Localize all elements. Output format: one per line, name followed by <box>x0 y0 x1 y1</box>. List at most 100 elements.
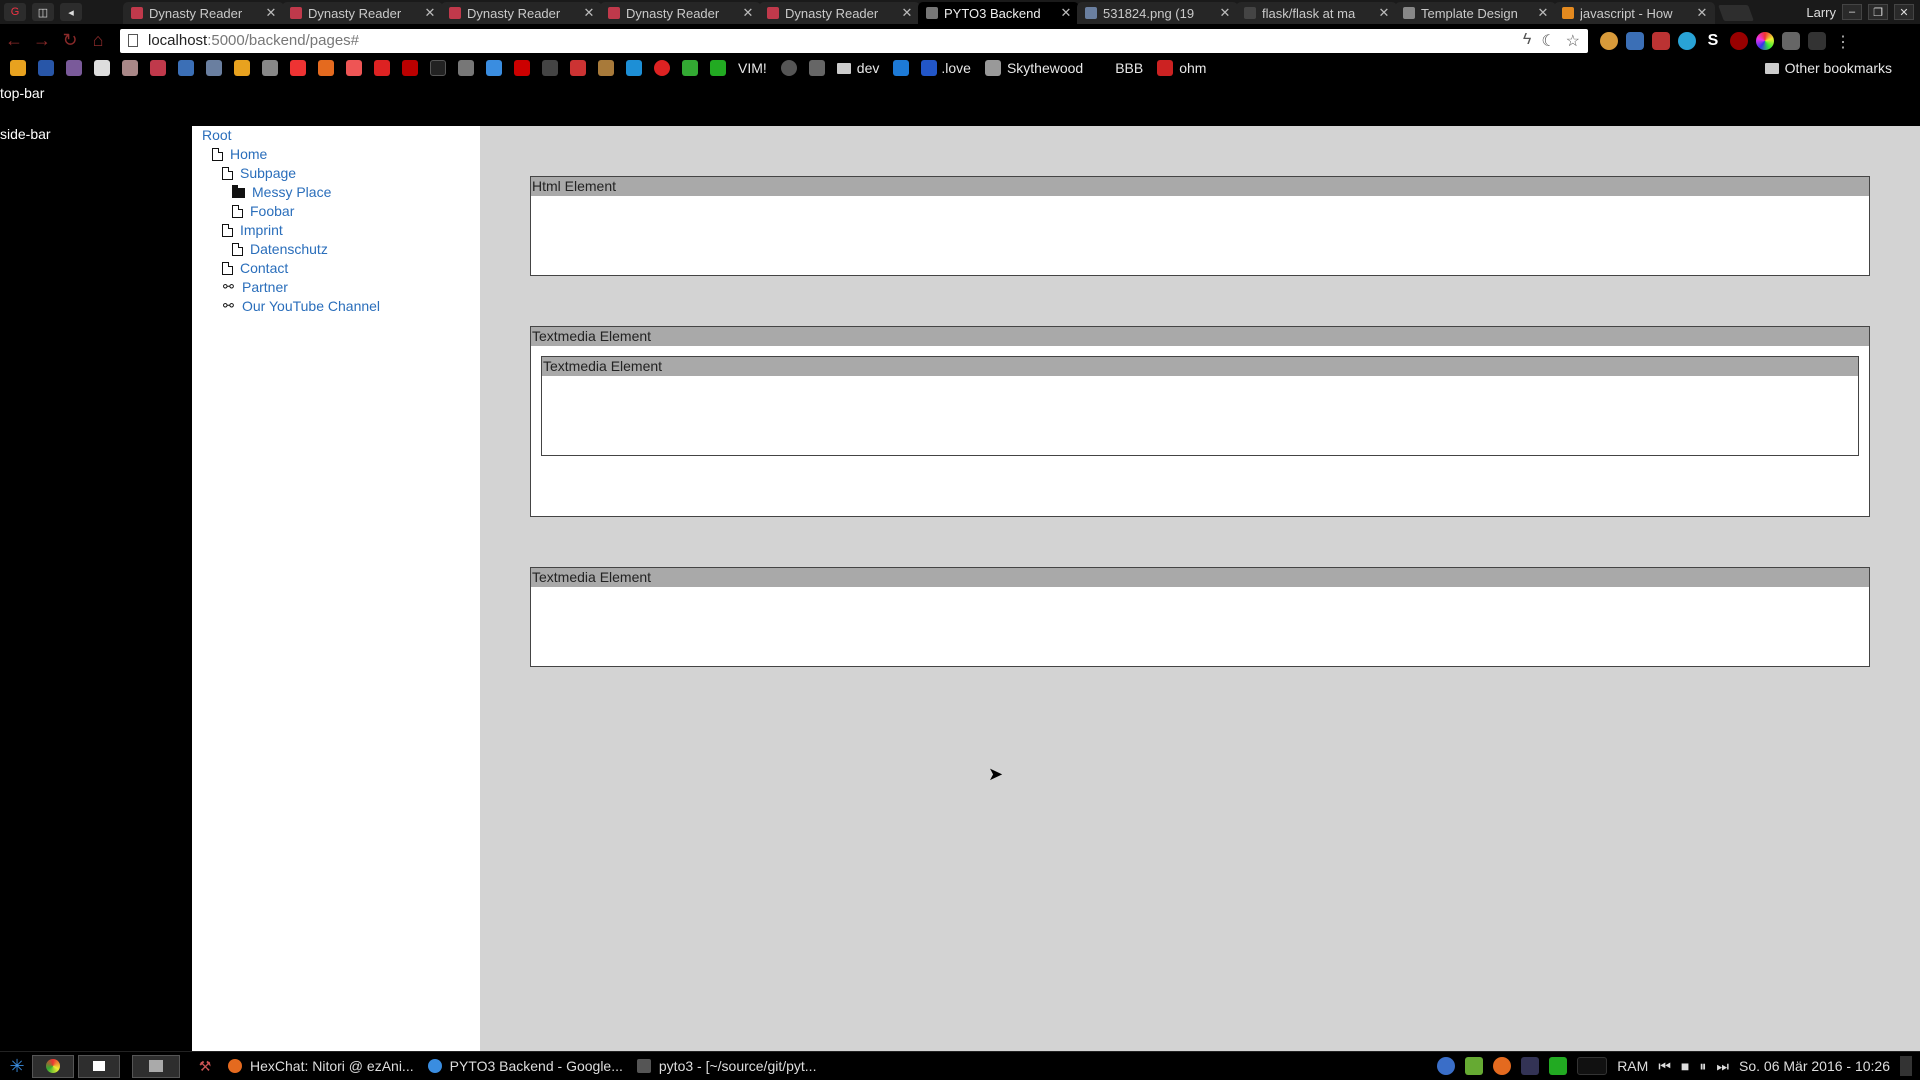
content-element[interactable]: Textmedia Element Textmedia Element <box>530 326 1870 517</box>
close-window-button[interactable]: ✕ <box>1894 4 1914 20</box>
bookmark-icon[interactable] <box>38 60 54 76</box>
s-extension-icon[interactable]: S <box>1704 31 1722 50</box>
bookmark-icon[interactable] <box>458 60 474 76</box>
tab-close-icon[interactable]: ✕ <box>582 5 596 21</box>
restore-button[interactable]: ❐ <box>1868 4 1888 20</box>
menu-icon[interactable]: ⋮ <box>1834 32 1852 51</box>
tab-close-icon[interactable]: ✕ <box>264 5 278 21</box>
tab-close-icon[interactable]: ✕ <box>1695 5 1709 21</box>
browser-tab[interactable]: Template Design ✕ <box>1395 2 1556 24</box>
bookmark-icon[interactable] <box>542 60 558 76</box>
taskbar-task-pycharm[interactable]: pyto3 - [~/source/git/pyt... <box>636 1058 816 1074</box>
hammer-icon[interactable]: ⚒ <box>196 1055 214 1078</box>
forward-icon[interactable]: → <box>28 27 56 55</box>
graph-icon[interactable] <box>1577 1057 1608 1075</box>
element-header[interactable]: Textmedia Element <box>531 327 1869 346</box>
tree-item-foobar[interactable]: Foobar <box>232 202 294 220</box>
tab-close-icon[interactable]: ✕ <box>900 5 914 21</box>
other-bookmarks[interactable]: Other bookmarks <box>1764 60 1906 76</box>
tab-close-icon[interactable]: ✕ <box>423 5 437 21</box>
bookmark-icon[interactable] <box>626 60 642 76</box>
bookmark-icon[interactable] <box>430 60 446 76</box>
stop-icon[interactable]: ■ <box>1681 1058 1689 1074</box>
bookmark-icon[interactable] <box>893 60 910 76</box>
cookie-extension-icon[interactable] <box>1600 31 1618 50</box>
bookmark-icon[interactable] <box>66 60 82 76</box>
network-icon[interactable] <box>1549 1057 1568 1075</box>
bookmark-icon[interactable] <box>234 60 250 76</box>
tree-item-messy-place[interactable]: Messy Place <box>232 183 331 201</box>
browser-tab[interactable]: Dynasty Reader ✕ <box>759 2 920 24</box>
tab-close-icon[interactable]: ✕ <box>741 5 755 21</box>
bookmark-icon[interactable] <box>290 60 306 76</box>
tree-item-datenschutz[interactable]: Datenschutz <box>232 240 328 258</box>
pinned-tab-app-icon[interactable]: ◫ <box>32 3 54 21</box>
pause-icon[interactable]: ⏸ <box>1699 1058 1706 1075</box>
bookmark-icon[interactable] <box>374 60 390 76</box>
screenshot-launcher-icon[interactable] <box>78 1054 120 1078</box>
bookmark-bbb[interactable]: BBB <box>1115 60 1143 76</box>
pinned-tab-back-icon[interactable]: ◂ <box>60 3 82 21</box>
browser-tab[interactable]: Dynasty Reader ✕ <box>282 2 443 24</box>
tab-close-icon[interactable]: ✕ <box>1059 5 1073 21</box>
bookmark-vim[interactable]: VIM! <box>738 60 767 76</box>
bookmark-icon[interactable] <box>178 60 194 76</box>
browser-tab[interactable]: PYTO3 Backend ✕ <box>918 2 1079 24</box>
bookmark-folder-dev[interactable]: dev <box>836 60 879 76</box>
bookmark-icon[interactable] <box>780 60 797 76</box>
element-header[interactable]: Html Element <box>531 177 1869 196</box>
home-icon[interactable]: ⌂ <box>84 27 112 55</box>
browser-tab[interactable]: flask/flask at ma ✕ <box>1236 2 1397 24</box>
bookmark-icon[interactable] <box>598 60 614 76</box>
grey-extension-icon[interactable] <box>1782 31 1800 50</box>
element-header[interactable]: Textmedia Element <box>531 568 1869 587</box>
clock[interactable]: So. 06 Mär 2016 - 10:26 <box>1739 1058 1890 1074</box>
cast-icon[interactable] <box>1808 31 1826 50</box>
browser-tab[interactable]: Dynasty Reader ✕ <box>441 2 602 24</box>
lightning-icon[interactable]: ϟ <box>1523 31 1531 51</box>
tree-item-contact[interactable]: Contact <box>222 259 288 277</box>
ge-icon[interactable] <box>1521 1057 1540 1075</box>
moon-icon[interactable]: ☾ <box>1541 31 1555 51</box>
element-header[interactable]: Textmedia Element <box>542 357 1858 376</box>
back-icon[interactable]: ← <box>0 27 28 55</box>
minimize-button[interactable]: – <box>1842 4 1862 20</box>
bookmark-icon[interactable] <box>10 60 26 76</box>
taskbar-task-hexchat[interactable]: HexChat: Nitori @ ezAni... <box>228 1058 414 1074</box>
page-info-icon[interactable] <box>128 34 138 47</box>
tree-item-imprint[interactable]: Imprint <box>222 221 283 239</box>
terminal-launcher-icon[interactable] <box>132 1054 180 1078</box>
nested-content-element[interactable]: Textmedia Element <box>541 356 1859 456</box>
bookmark-love[interactable]: .love <box>921 60 971 76</box>
prev-track-icon[interactable]: ⏮ <box>1658 1058 1671 1075</box>
reload-icon[interactable]: ↻ <box>56 27 84 55</box>
show-desktop-icon[interactable] <box>1900 1056 1912 1076</box>
profile-name[interactable]: Larry <box>1806 5 1836 20</box>
next-track-icon[interactable]: ⏭ <box>1716 1058 1729 1075</box>
tree-item-youtube[interactable]: ⚯ Our YouTube Channel <box>222 297 380 315</box>
bookmark-icon[interactable] <box>570 60 586 76</box>
address-bar[interactable]: localhost:5000/backend/pages# ϟ ☾ ☆ <box>120 28 1588 53</box>
puzzle-icon[interactable] <box>808 60 825 76</box>
content-element[interactable]: Textmedia Element <box>530 567 1870 667</box>
ublock-icon[interactable] <box>1730 31 1748 50</box>
browser-tab[interactable]: javascript - How ✕ <box>1554 2 1715 24</box>
app-menu-icon[interactable]: ✳ <box>6 1055 28 1078</box>
bookmark-icon[interactable] <box>94 60 110 76</box>
bookmark-icon[interactable] <box>346 60 362 76</box>
bookmark-ohm[interactable]: ohm <box>1157 60 1206 76</box>
browser-tab[interactable]: Dynasty Reader ✕ <box>123 2 284 24</box>
color-wheel-icon[interactable] <box>1756 31 1774 50</box>
star-icon[interactable]: ☆ <box>1566 31 1580 51</box>
bookmark-icon[interactable] <box>710 60 726 76</box>
pinned-tab-google-icon[interactable]: G <box>4 3 26 21</box>
tree-item-home[interactable]: Home <box>212 145 267 163</box>
person-icon[interactable] <box>1465 1057 1484 1075</box>
bookmark-icon[interactable] <box>682 60 698 76</box>
tree-item-partner[interactable]: ⚯ Partner <box>222 278 288 296</box>
red-badge-extension-icon[interactable] <box>1652 31 1670 50</box>
tab-close-icon[interactable]: ✕ <box>1536 5 1550 21</box>
drop-icon[interactable] <box>1437 1057 1456 1075</box>
bookmark-icon[interactable] <box>486 60 502 76</box>
bookmark-icon[interactable] <box>206 60 222 76</box>
